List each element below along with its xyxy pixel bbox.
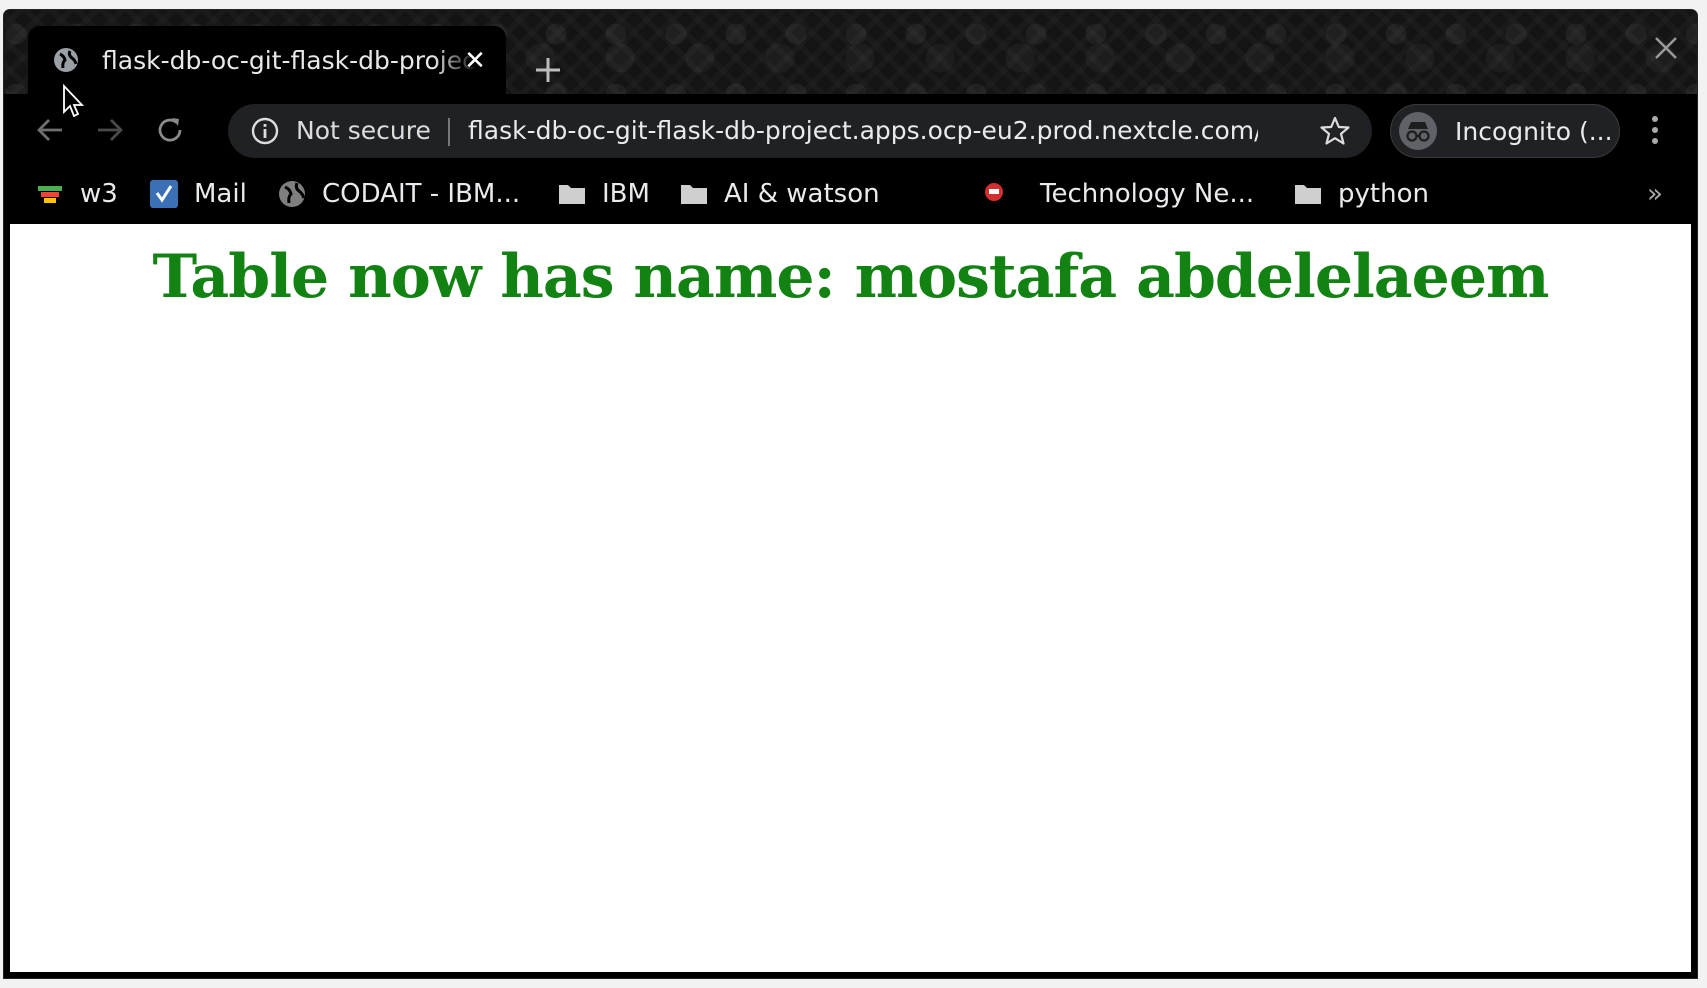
bookmark-mail[interactable]: Mail [148,174,247,214]
bookmarks-bar: w3 Mail CODAIT - IBM... IBM AI & watson … [4,166,1697,224]
bookmark-label: IBM [602,179,650,209]
plus-icon [536,58,560,82]
bookmark-folder-ibm[interactable]: IBM [556,174,650,214]
mail-icon [148,178,180,210]
info-icon[interactable] [250,116,280,146]
tab-close-icon[interactable]: ✕ [460,46,490,76]
bookmark-technology-news[interactable]: Technology Ne... [978,174,1254,214]
folder-icon [556,178,588,210]
menu-button[interactable] [1640,110,1670,150]
arrow-right-icon [98,119,123,141]
incognito-profile-button[interactable]: Incognito (... [1390,104,1620,158]
folder-icon [1292,178,1324,210]
bookmark-folder-ai-watson[interactable]: AI & watson [678,174,880,214]
new-tab-button[interactable] [528,50,568,90]
reload-button[interactable] [146,106,194,154]
tab-active[interactable]: flask-db-oc-git-flask-db-project.apps.oc… [28,26,506,94]
forward-button[interactable] [86,106,134,154]
news-icon [978,178,1010,210]
address-separator [448,118,450,146]
address-bar[interactable]: Not secure flask-db-oc-git-flask-db-proj… [228,104,1372,158]
more-vert-icon [1652,116,1658,144]
window-close-button[interactable] [1648,30,1684,66]
bookmark-w3[interactable]: w3 [34,174,118,214]
tab-strip: flask-db-oc-git-flask-db-project.apps.oc… [4,10,1697,94]
bookmark-star-icon[interactable] [1318,114,1352,148]
globe-icon [276,178,308,210]
bookmark-folder-python[interactable]: python [1292,174,1429,214]
bookmark-codait[interactable]: CODAIT - IBM... [276,174,520,214]
page-viewport: Table now has name: mostafa abdelelaeem [10,224,1691,972]
w3schools-icon [34,178,66,210]
bookmark-label: AI & watson [724,179,880,209]
browser-window: flask-db-oc-git-flask-db-project.apps.oc… [4,10,1697,978]
globe-icon [52,46,80,74]
folder-icon [678,178,710,210]
bookmark-label: w3 [80,179,118,209]
bookmarks-overflow-button[interactable]: » [1640,176,1670,212]
toolbar: Not secure flask-db-oc-git-flask-db-proj… [4,94,1697,166]
page-title: Table now has name: mostafa abdelelaeem [152,242,1549,312]
tab-title: flask-db-oc-git-flask-db-project.apps.oc… [102,46,478,75]
incognito-label: Incognito (... [1455,117,1613,146]
bookmark-label: Mail [194,179,247,209]
mouse-pointer-icon [62,83,86,120]
url-text[interactable]: flask-db-oc-git-flask-db-project.apps.oc… [468,116,1258,146]
bookmark-label: Technology Ne... [1040,179,1255,209]
bookmark-label: CODAIT - IBM... [322,179,521,209]
close-icon [1655,37,1677,59]
incognito-icon [1399,112,1437,150]
bookmark-label: python [1338,179,1429,209]
security-status[interactable]: Not secure [296,116,431,146]
reload-icon [158,118,182,142]
